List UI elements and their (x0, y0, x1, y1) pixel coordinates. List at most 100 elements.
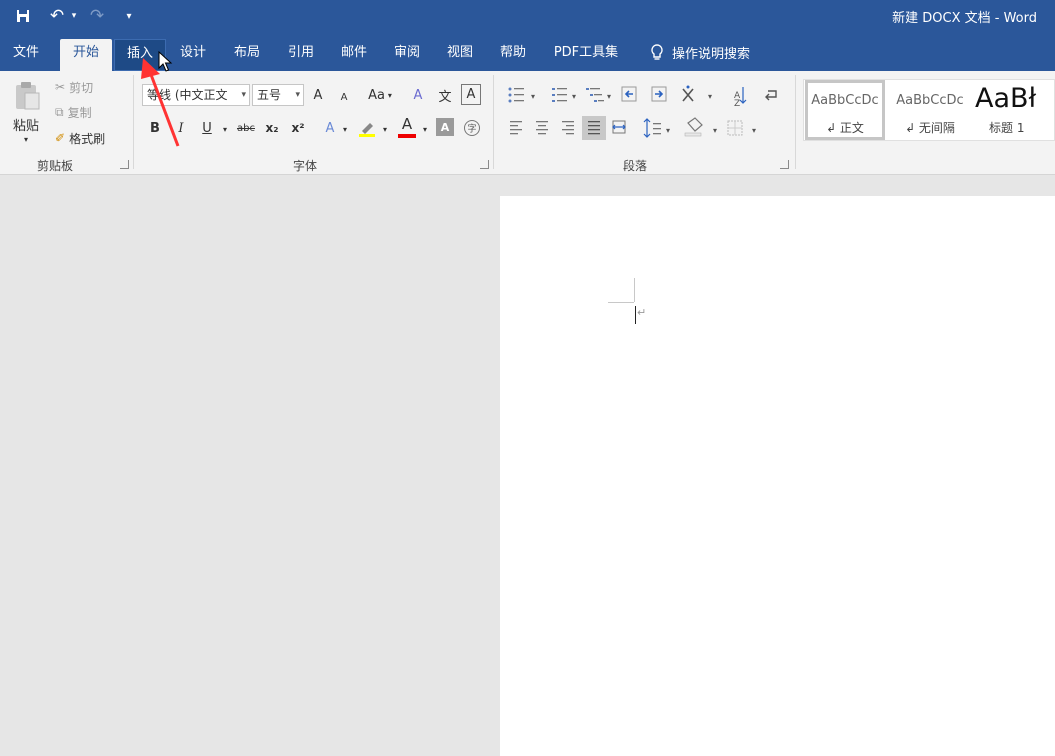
sort-icon[interactable]: AZ (734, 87, 747, 109)
chevron-down-icon[interactable]: ▾ (708, 92, 712, 101)
copy-button[interactable]: ⧉ 复制 (55, 102, 105, 122)
paste-icon[interactable] (10, 79, 44, 113)
chevron-down-icon[interactable]: ▾ (607, 92, 611, 101)
superscript-button[interactable]: x² (288, 118, 308, 138)
bullets-icon[interactable] (508, 87, 525, 103)
grow-font-button[interactable]: A (310, 85, 326, 105)
highlight-icon[interactable] (356, 117, 378, 139)
phonetic-guide-button[interactable]: 文 (435, 85, 455, 105)
font-launcher-icon[interactable] (480, 160, 489, 169)
align-left-icon[interactable] (510, 121, 522, 135)
group-divider (133, 75, 134, 169)
text-effects-icon[interactable]: A (320, 118, 340, 138)
align-center-icon[interactable] (536, 121, 548, 135)
paragraph-controls: ▾ ▾ ▾ ▾ AZ ▾ ▾ ▾ (508, 85, 777, 140)
enclose-characters-icon[interactable]: 字 (462, 118, 482, 138)
line-spacing-icon[interactable] (643, 118, 661, 138)
svg-text:字: 字 (467, 123, 476, 135)
save-icon[interactable] (12, 5, 34, 27)
paste-dropdown-icon[interactable]: ▾ (20, 134, 32, 144)
format-painter-button[interactable]: ✐ 格式刷 (55, 128, 119, 148)
chevron-down-icon[interactable]: ▾ (220, 121, 230, 137)
undo-icon[interactable]: ↶ (46, 5, 68, 27)
tab-file[interactable]: 文件 (2, 39, 50, 71)
paragraph-mark: ↵ (637, 306, 647, 319)
tab-references[interactable]: 引用 (278, 39, 324, 71)
paragraph-launcher-icon[interactable] (780, 160, 789, 169)
strikethrough-button[interactable]: abc (234, 118, 258, 138)
asian-layout-icon[interactable] (682, 85, 694, 102)
redo-icon[interactable]: ↷ (86, 5, 108, 27)
font-color-icon[interactable]: A (396, 115, 418, 139)
style-normal[interactable]: AaBbCcDc ↲ 正文 (805, 80, 885, 140)
chevron-down-icon[interactable]: ▾ (713, 126, 717, 135)
tab-layout[interactable]: 布局 (224, 39, 270, 71)
italic-button[interactable]: I (172, 118, 190, 138)
customize-qat-icon[interactable]: ▾ (120, 5, 138, 27)
font-name-combo[interactable]: 等线 (中文正文 ▾ (142, 84, 250, 106)
chevron-down-icon[interactable]: ▾ (380, 121, 390, 137)
paragraph-group-label: 段落 (622, 159, 647, 173)
chevron-down-icon[interactable]: ▾ (572, 92, 576, 101)
format-painter-label: 格式刷 (69, 131, 106, 146)
decrease-indent-icon[interactable] (621, 86, 637, 102)
document-page[interactable]: ↵ (500, 196, 1055, 756)
underline-button[interactable]: U (198, 118, 216, 138)
character-border-button[interactable]: A (461, 84, 481, 105)
chevron-down-icon[interactable]: ▾ (752, 126, 756, 135)
font-size-combo[interactable]: 五号 ▾ (252, 84, 304, 106)
svg-text:Z: Z (734, 99, 740, 109)
tab-design[interactable]: 设计 (170, 39, 216, 71)
bold-button[interactable]: B (146, 118, 164, 138)
style-name: 标题 1 (989, 121, 1025, 135)
style-sample: AaBbCcDc (811, 93, 879, 108)
tab-mailings[interactable]: 邮件 (331, 39, 377, 71)
distributed-icon[interactable] (612, 120, 626, 134)
chevron-down-icon[interactable]: ▾ (295, 85, 300, 105)
document-area[interactable]: ↵ (0, 176, 1055, 756)
font-color-letter: A (401, 114, 413, 133)
chevron-down-icon[interactable]: ▾ (241, 85, 246, 105)
character-shading-icon[interactable]: A (436, 118, 454, 136)
borders-icon[interactable] (727, 120, 743, 136)
chevron-down-icon[interactable]: ▾ (420, 121, 430, 137)
tell-me-search[interactable]: 操作说明搜索 (650, 43, 750, 62)
clear-formatting-icon[interactable]: A (408, 85, 428, 105)
tab-help[interactable]: 帮助 (490, 39, 536, 71)
align-right-icon[interactable] (562, 121, 574, 135)
clipboard-group-label: 剪贴板 (36, 159, 73, 173)
show-formatting-icon[interactable] (765, 90, 777, 101)
style-no-spacing[interactable]: AaBbCcDc ↲ 无间隔 (889, 80, 971, 140)
tab-view[interactable]: 视图 (437, 39, 483, 71)
font-size-value: 五号 (257, 88, 282, 102)
cut-button[interactable]: ✂ 剪切 (55, 77, 105, 97)
tab-insert[interactable]: 插入 (114, 39, 166, 71)
chevron-down-icon[interactable]: ▾ (340, 121, 350, 137)
tab-review[interactable]: 审阅 (384, 39, 430, 71)
title-bar: ↶ ▾ ↷ ▾ 新建 DOCX 文档 - Word (0, 0, 1055, 33)
chevron-down-icon[interactable]: ▾ (666, 126, 670, 135)
clipboard-launcher-icon[interactable] (120, 160, 129, 169)
shrink-font-button[interactable]: A (336, 87, 352, 107)
style-heading-1[interactable]: AaBł 标题 1 (972, 80, 1055, 140)
paste-button[interactable]: 粘贴 (6, 115, 46, 134)
style-name: ↲ 无间隔 (905, 121, 955, 135)
numbering-icon[interactable] (552, 88, 567, 102)
shading-icon[interactable] (684, 117, 703, 137)
styles-gallery: AaBbCcDc ↲ 正文 AaBbCcDc ↲ 无间隔 AaBł 标题 1 (803, 79, 1055, 141)
subscript-button[interactable]: x₂ (262, 118, 282, 138)
style-name: ↲ 正文 (826, 121, 864, 135)
undo-dropdown-icon[interactable]: ▾ (68, 5, 80, 27)
window-title: 新建 DOCX 文档 - Word (892, 11, 1037, 26)
style-sample: AaBł (975, 83, 1037, 114)
group-divider (795, 75, 796, 169)
tab-pdf-tools[interactable]: PDF工具集 (545, 39, 627, 71)
increase-indent-icon[interactable] (651, 86, 667, 102)
lightbulb-icon (651, 43, 663, 60)
change-case-button[interactable]: Aa ▾ (364, 85, 396, 105)
multilevel-list-icon[interactable] (586, 88, 604, 102)
scissors-icon: ✂ (55, 80, 66, 94)
chevron-down-icon[interactable]: ▾ (531, 92, 535, 101)
tab-home[interactable]: 开始 (60, 39, 112, 71)
justify-icon[interactable] (582, 116, 606, 140)
